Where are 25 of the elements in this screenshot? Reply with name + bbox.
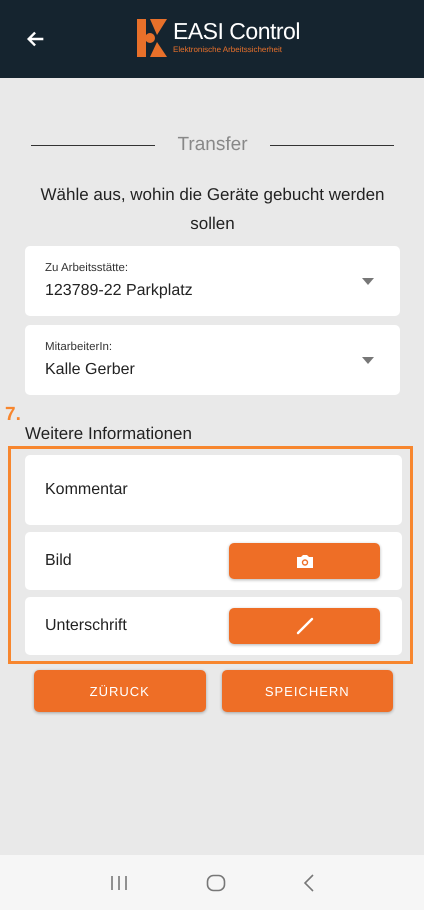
field-label: Zu Arbeitsstätte: xyxy=(45,262,130,274)
field-label: MitarbeiterIn: xyxy=(45,341,114,353)
field-value: Kalle Gerber xyxy=(45,361,135,379)
row-label: Bild xyxy=(45,552,72,570)
logo-icon xyxy=(137,19,167,57)
section-title: Transfer xyxy=(176,134,249,156)
home-icon[interactable] xyxy=(206,874,226,892)
camera-icon xyxy=(296,554,314,568)
row-label: Unterschrift xyxy=(45,617,127,635)
dropdown-caret-icon xyxy=(362,278,374,284)
dropdown-caret-icon xyxy=(362,356,374,364)
comment-field[interactable]: Kommentar xyxy=(25,455,402,525)
field-label: Kommentar xyxy=(45,481,128,499)
field-value: 123789-22 Parkplatz xyxy=(45,282,193,300)
back-icon[interactable] xyxy=(302,874,316,892)
camera-button[interactable] xyxy=(229,543,380,579)
section-heading: Weitere Informationen xyxy=(25,424,192,444)
dropdown-field[interactable]: MitarbeiterIn: Kalle Gerber xyxy=(25,325,400,395)
recent-apps-icon[interactable] xyxy=(108,874,130,890)
annotation-number: 7. xyxy=(5,404,21,426)
dropdown-field[interactable]: Zu Arbeitsstätte: 123789-22 Parkplatz xyxy=(25,246,400,316)
app-title: EASI Control xyxy=(173,19,300,44)
instruction-text: Wähle aus, wohin die Geräte gebucht werden sollen xyxy=(40,184,386,235)
app-subtitle: Elektronische Arbeitssicherheit xyxy=(173,44,283,55)
pen-icon xyxy=(296,617,314,635)
